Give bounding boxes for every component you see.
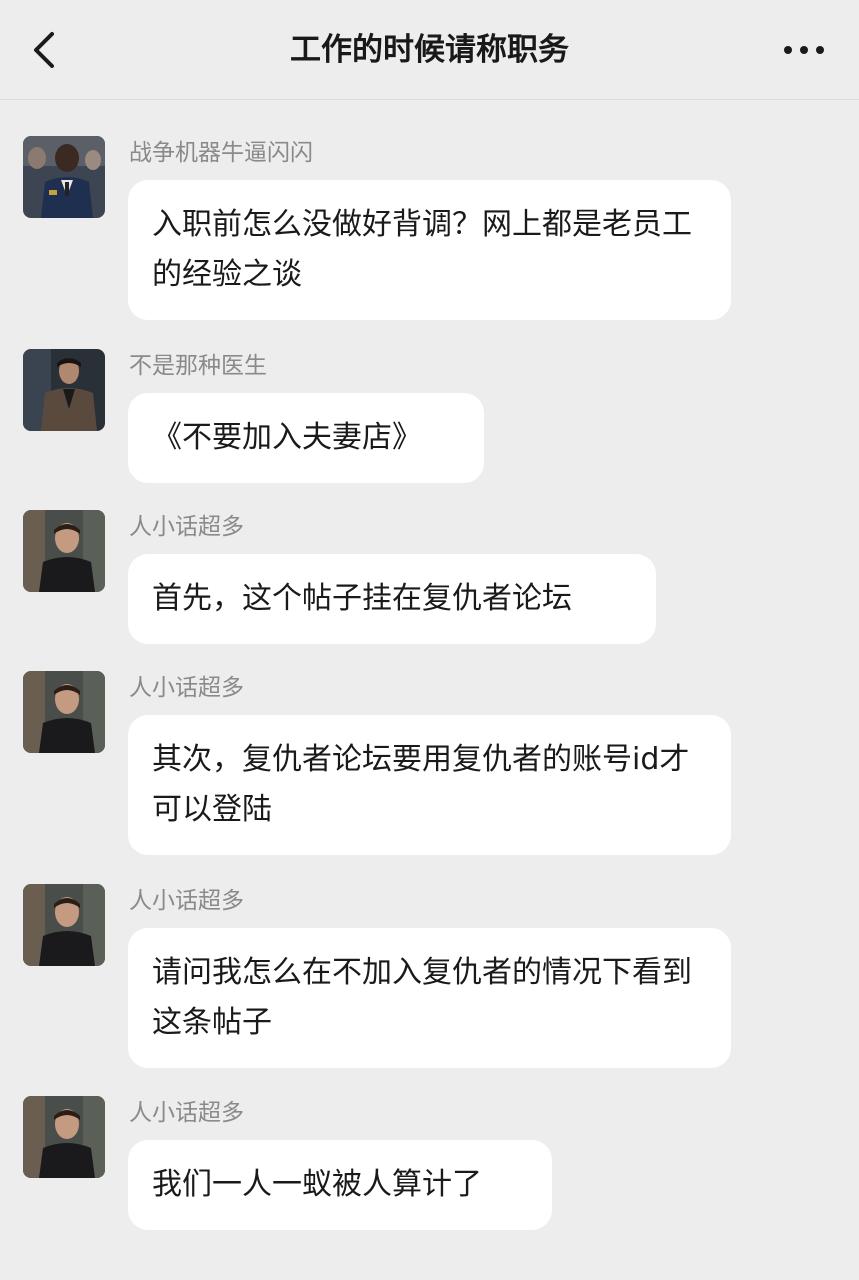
avatar-war-machine[interactable] — [23, 136, 105, 218]
avatar-ant-man[interactable] — [23, 1096, 105, 1178]
chat-title: 工作的时候请称职务 — [290, 32, 569, 68]
message-bubble[interactable]: 入职前怎么没做好背调？网上都是老员工的经验之谈 — [128, 180, 731, 320]
more-options-button[interactable] — [776, 30, 832, 70]
chat-header: 工作的时候请称职务 — [0, 0, 859, 100]
sender-name: 不是那种医生 — [129, 353, 267, 379]
message-bubble[interactable]: 《不要加入夫妻店》 — [128, 393, 484, 483]
sender-name: 战争机器牛逼闪闪 — [129, 140, 313, 166]
message-bubble[interactable]: 其次，复仇者论坛要用复仇者的账号id才可以登陆 — [128, 715, 731, 855]
sender-name: 人小话超多 — [129, 1100, 244, 1126]
sender-name: 人小话超多 — [129, 514, 244, 540]
message-list: 战争机器牛逼闪闪 入职前怎么没做好背调？网上都是老员工的经验之谈 不是那种医生 … — [0, 100, 859, 1280]
avatar-ant-man[interactable] — [23, 884, 105, 966]
message-bubble[interactable]: 请问我怎么在不加入复仇者的情况下看到这条帖子 — [128, 928, 731, 1068]
avatar-ant-man[interactable] — [23, 510, 105, 592]
sender-name: 人小话超多 — [129, 888, 244, 914]
avatar-doctor[interactable] — [23, 349, 105, 431]
avatar-ant-man[interactable] — [23, 671, 105, 753]
sender-name: 人小话超多 — [129, 675, 244, 701]
message-bubble[interactable]: 首先，这个帖子挂在复仇者论坛 — [128, 554, 656, 644]
more-dots-icon — [784, 46, 824, 54]
message-bubble[interactable]: 我们一人一蚁被人算计了 — [128, 1140, 552, 1230]
